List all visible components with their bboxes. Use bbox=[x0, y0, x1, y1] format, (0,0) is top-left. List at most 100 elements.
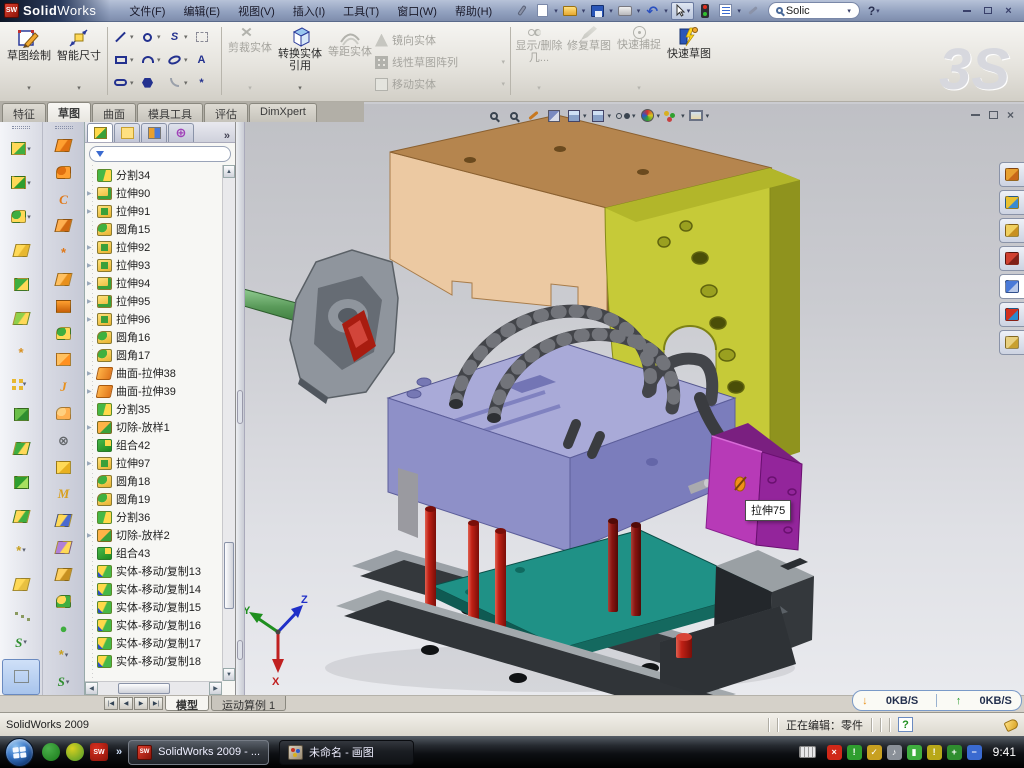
sketch-text-icon[interactable]: A bbox=[192, 51, 211, 68]
next-tab-button[interactable]: ▶ bbox=[134, 697, 148, 710]
replace-face-icon[interactable] bbox=[45, 454, 83, 481]
save-button[interactable] bbox=[588, 2, 606, 20]
freeform-icon[interactable]: ● bbox=[45, 615, 83, 642]
horizontal-scroll-thumb[interactable] bbox=[118, 683, 170, 694]
scroll-up-button[interactable]: ▲ bbox=[223, 165, 235, 178]
model-mold-block[interactable] bbox=[388, 342, 735, 552]
tab-DimXpert[interactable]: DimXpert bbox=[249, 103, 317, 122]
sketch-circle-icon[interactable] bbox=[138, 29, 157, 46]
last-tab-button[interactable]: ▶| bbox=[149, 697, 163, 710]
hole-wizard-icon[interactable]: * bbox=[2, 335, 40, 369]
hide-show-items-icon[interactable] bbox=[614, 107, 631, 124]
fillet-icon[interactable]: ▾ bbox=[2, 200, 40, 234]
messenger-quick-icon[interactable] bbox=[42, 743, 60, 761]
quick-launch-chevron[interactable]: » bbox=[116, 746, 122, 758]
previous-tab-button[interactable]: ◀ bbox=[119, 697, 133, 710]
splitter-handle[interactable] bbox=[237, 390, 243, 424]
splitter-handle[interactable] bbox=[237, 640, 243, 660]
instant3d-icon[interactable] bbox=[2, 659, 40, 695]
linear-pattern-icon[interactable]: ▾ bbox=[2, 369, 40, 398]
menu-视图(V)[interactable]: 视图(V) bbox=[229, 0, 284, 22]
rebuild-button[interactable] bbox=[696, 2, 714, 20]
ruled-surface-icon[interactable]: J bbox=[45, 373, 83, 400]
doc-tab-模型[interactable]: 模型 bbox=[165, 696, 209, 711]
close-button[interactable]: × bbox=[1001, 4, 1016, 17]
tree-item-曲面-拉伸39[interactable]: ▶曲面-拉伸39 bbox=[85, 382, 222, 400]
offset-surface-icon[interactable] bbox=[45, 293, 83, 320]
menu-帮助(H)[interactable]: 帮助(H) bbox=[446, 0, 501, 22]
messenger-tray-icon[interactable]: − bbox=[967, 745, 982, 760]
open-button[interactable] bbox=[561, 2, 579, 20]
menu-工具(T)[interactable]: 工具(T) bbox=[334, 0, 388, 22]
extruded-boss-icon[interactable]: ▾ bbox=[2, 132, 40, 166]
toolbox-icon[interactable] bbox=[744, 2, 762, 20]
sketch-region-icon[interactable] bbox=[192, 29, 211, 46]
deform-icon[interactable]: *▾ bbox=[45, 641, 83, 668]
tab-模具工具[interactable]: 模具工具 bbox=[137, 103, 203, 122]
tree-item-切除-放样1[interactable]: ▶切除-放样1 bbox=[85, 418, 222, 436]
tree-horizontal-scrollbar[interactable]: ◀ ▶ bbox=[85, 681, 222, 695]
home-tab[interactable] bbox=[999, 162, 1024, 187]
filled-surface-icon[interactable] bbox=[45, 212, 83, 239]
tree-item-实体-移动/复制13[interactable]: 实体-移动/复制13 bbox=[85, 562, 222, 580]
minimize-button[interactable] bbox=[959, 4, 974, 17]
sketch-rectangle-icon[interactable] bbox=[111, 51, 130, 68]
property-manager-tab[interactable] bbox=[114, 123, 140, 142]
dimxpert-manager-tab[interactable]: ⊕ bbox=[168, 123, 194, 142]
first-tab-button[interactable]: |◀ bbox=[104, 697, 118, 710]
scroll-right-button[interactable]: ▶ bbox=[209, 682, 222, 695]
undo-button[interactable]: ↶ bbox=[643, 2, 661, 20]
tree-item-拉伸94[interactable]: ▶拉伸94 bbox=[85, 274, 222, 292]
tree-item-分割36[interactable]: 分割36 bbox=[85, 508, 222, 526]
tab-特征[interactable]: 特征 bbox=[2, 103, 46, 122]
options-button[interactable] bbox=[716, 2, 734, 20]
shell-icon[interactable] bbox=[2, 268, 40, 302]
start-button[interactable] bbox=[5, 738, 34, 767]
rapid-sketch-button[interactable]: 快速草图 bbox=[664, 24, 714, 96]
section-view-icon[interactable] bbox=[545, 107, 562, 124]
taskbar-button-未命名 - 画图[interactable]: 未命名 - 画图 bbox=[279, 740, 414, 765]
tree-item-实体-移动/复制17[interactable]: 实体-移动/复制17 bbox=[85, 634, 222, 652]
volume-tray-icon[interactable]: ♪ bbox=[887, 745, 902, 760]
panel-overflow-chevron[interactable]: » bbox=[221, 130, 233, 142]
taskbar-button-SolidWorks 2009 - ...[interactable]: SWSolidWorks 2009 - ... bbox=[128, 740, 269, 765]
zoom-area-icon[interactable] bbox=[505, 107, 522, 124]
sketch-spline-icon[interactable]: S bbox=[165, 29, 184, 46]
sketch-slot-icon[interactable] bbox=[111, 74, 130, 91]
antivirus-tray-icon[interactable]: × bbox=[827, 745, 842, 760]
parting-line-icon[interactable]: M bbox=[45, 481, 83, 508]
file-explorer-tab[interactable] bbox=[999, 218, 1024, 243]
toolbar-grip[interactable] bbox=[55, 126, 73, 129]
menu-文件(F)[interactable]: 文件(F) bbox=[120, 0, 174, 22]
spline-curve-icon[interactable]: S▾ bbox=[2, 625, 40, 659]
help-button[interactable]: ? bbox=[868, 4, 875, 18]
tree-item-组合43[interactable]: 组合43 bbox=[85, 544, 222, 562]
draft-analysis-icon[interactable] bbox=[45, 507, 83, 534]
extruded-cut-icon[interactable]: ▾ bbox=[2, 166, 40, 200]
tab-评估[interactable]: 评估 bbox=[204, 103, 248, 122]
delete-face-icon[interactable]: ⊗ bbox=[45, 427, 83, 454]
panel-splitter[interactable] bbox=[236, 122, 245, 695]
configuration-manager-tab[interactable] bbox=[141, 123, 167, 142]
tree-filter-input[interactable] bbox=[89, 146, 231, 162]
smart-dimension-button[interactable]: 智能尺寸▾ bbox=[54, 24, 104, 96]
tab-草图[interactable]: 草图 bbox=[47, 102, 91, 122]
wireless-tray-icon[interactable]: ! bbox=[927, 745, 942, 760]
extend-surface-icon[interactable] bbox=[45, 320, 83, 347]
tree-item-分割34[interactable]: 分割34 bbox=[85, 166, 222, 184]
combine-icon[interactable] bbox=[2, 466, 40, 500]
view-settings-icon[interactable] bbox=[688, 107, 705, 124]
restore-button[interactable] bbox=[980, 4, 995, 17]
thicken-icon[interactable] bbox=[45, 347, 83, 374]
sketch-point-icon[interactable]: * bbox=[192, 74, 211, 91]
feature-manager-tab[interactable] bbox=[87, 123, 113, 142]
revolved-surface-icon[interactable] bbox=[45, 159, 83, 186]
shut-off-surface-icon[interactable] bbox=[45, 561, 83, 588]
quick-tips-icon[interactable]: ? bbox=[898, 717, 913, 732]
zoom-fit-icon[interactable] bbox=[485, 107, 502, 124]
menu-编辑(E)[interactable]: 编辑(E) bbox=[174, 0, 229, 22]
tree-item-拉伸92[interactable]: ▶拉伸92 bbox=[85, 238, 222, 256]
tree-item-实体-移动/复制15[interactable]: 实体-移动/复制15 bbox=[85, 598, 222, 616]
doc-minimize-button[interactable] bbox=[971, 114, 980, 116]
taskbar-clock[interactable]: 9:41 bbox=[993, 745, 1016, 759]
